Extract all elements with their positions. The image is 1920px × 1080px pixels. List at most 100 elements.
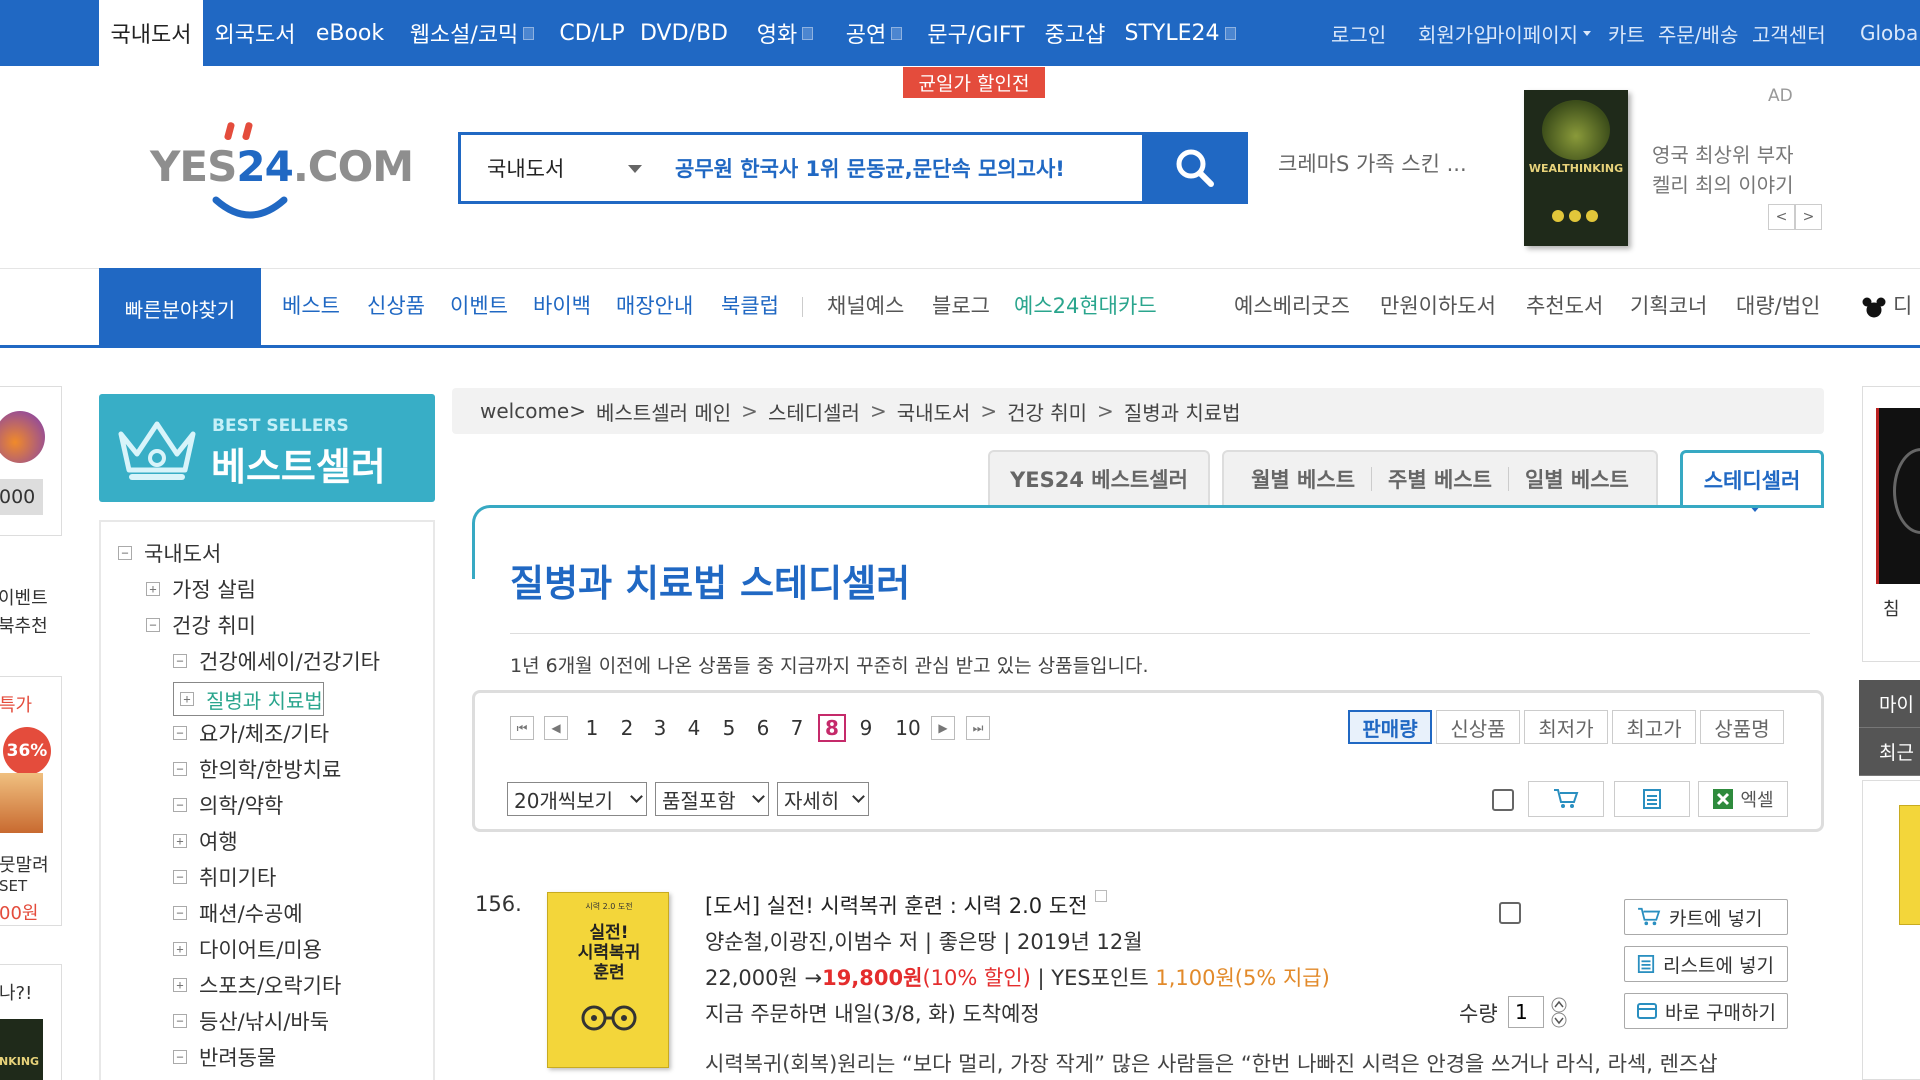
breadcrumb-item[interactable]: 스테디셀러 [768, 397, 860, 426]
last-page-button[interactable]: ⏭ [966, 716, 990, 740]
top-cat-gift[interactable]: 문구/GIFT [926, 0, 1026, 66]
tree-item[interactable]: − 취미기타 [173, 862, 276, 892]
top-cat-dvdbd[interactable]: DVD/BD [640, 0, 728, 66]
nav-new[interactable]: 신상품 [367, 290, 425, 320]
quick-menu-recent[interactable]: 최근 [1859, 728, 1920, 776]
bulk-list-button[interactable] [1614, 781, 1690, 817]
tree-item[interactable]: + 가정 살림 [146, 574, 256, 604]
search-button[interactable] [1142, 132, 1248, 204]
page-link[interactable]: 5 [715, 714, 743, 742]
breadcrumb-item[interactable]: 질병과 치료법 [1124, 397, 1241, 426]
breadcrumb-item[interactable]: 국내도서 [897, 397, 971, 426]
left-recommend-label[interactable]: 북추천 [0, 612, 48, 638]
sort-sales[interactable]: 판매량 [1348, 710, 1432, 744]
login-link[interactable]: 로그인 [1331, 0, 1386, 66]
nav-bookclub[interactable]: 북클럽 [721, 290, 779, 320]
nav-bulk[interactable]: 대량/법인 [1736, 290, 1820, 320]
per-page-select[interactable]: 20개씩보기 [507, 782, 647, 816]
breadcrumb-item[interactable]: 베스트셀러 메인 [596, 397, 731, 426]
top-cat-domestic-books[interactable]: 국내도서 [99, 0, 203, 66]
quantity-input[interactable] [1508, 996, 1544, 1028]
mypage-link[interactable]: 마이페이지 [1486, 0, 1591, 66]
tab-daily[interactable]: 일별 베스트 [1509, 464, 1645, 494]
signup-link[interactable]: 회원가입 [1418, 0, 1492, 66]
ad-next-button[interactable]: > [1795, 204, 1822, 230]
nav-best[interactable]: 베스트 [282, 290, 340, 320]
search-input[interactable] [675, 153, 1075, 185]
tree-item[interactable]: + 스포츠/오락기타 [173, 970, 341, 1000]
quick-menu-mypage[interactable]: 마이 [1859, 680, 1920, 728]
page-link-current[interactable]: 8 [818, 714, 846, 742]
left-promo-card-1[interactable]: 000 [0, 386, 62, 536]
tree-item[interactable]: − 건강 취미 [146, 610, 256, 640]
nav-channel-yes[interactable]: 채널예스 [827, 290, 904, 320]
tree-item[interactable]: − 패션/수공예 [173, 898, 303, 928]
nav-blog[interactable]: 블로그 [932, 290, 990, 320]
page-link[interactable]: 3 [646, 714, 674, 742]
recent-book-thumb[interactable] [1899, 805, 1920, 925]
page-link[interactable]: 6 [749, 714, 777, 742]
yes24-logo[interactable]: YES24.COM [150, 120, 414, 220]
tab-yes24-bestseller[interactable]: YES24 베스트셀러 [988, 450, 1210, 506]
tree-item[interactable]: − 요가/체조/기타 [173, 718, 329, 748]
nav-planning[interactable]: 기획코너 [1630, 290, 1707, 320]
tree-item[interactable]: − 건강에세이/건강기타 [173, 646, 380, 676]
next-page-button[interactable]: ▶ [931, 716, 955, 740]
hot-keyword-link[interactable]: 크레마S 가족 스킨 ... [1278, 148, 1467, 178]
tree-item[interactable]: − 의학/약학 [173, 790, 283, 820]
quick-category-button[interactable]: 빠른분야찾기 [99, 268, 261, 348]
left-promo-card-3[interactable]: 나?! NKING [0, 964, 62, 1080]
top-cat-performance[interactable]: 공연 [836, 0, 912, 66]
buy-now-button[interactable]: 바로 구매하기 [1624, 993, 1788, 1029]
top-cat-style24[interactable]: STYLE24 [1122, 0, 1238, 66]
quantity-stepper[interactable] [1548, 996, 1570, 1028]
tree-item[interactable]: − 한의학/한방치료 [173, 754, 341, 784]
page-link[interactable]: 1 [578, 714, 606, 742]
add-to-cart-button[interactable]: 카트에 넣기 [1624, 899, 1788, 935]
nav-under-10000[interactable]: 만원이하도서 [1380, 290, 1496, 320]
view-mode-select[interactable]: 자세히 [777, 782, 869, 816]
search-category-select[interactable]: 국내도서 [487, 135, 564, 201]
top-cat-ebook[interactable]: eBook [310, 0, 390, 66]
ad-text[interactable]: 영국 최상위 부자 켈리 최의 이야기 [1652, 140, 1794, 200]
top-cat-foreign-books[interactable]: 외국도서 [203, 0, 307, 66]
excel-button[interactable]: 엑셀 [1698, 781, 1788, 817]
page-link[interactable]: 7 [783, 714, 811, 742]
promo-badge[interactable]: 균일가 할인전 [903, 67, 1045, 98]
nav-store[interactable]: 매장안내 [616, 290, 693, 320]
first-page-button[interactable]: ⏮ [510, 716, 534, 740]
tab-monthly[interactable]: 월별 베스트 [1235, 464, 1371, 494]
top-cat-used[interactable]: 중고샵 [1040, 0, 1110, 66]
select-all-checkbox[interactable] [1492, 789, 1514, 811]
sort-name[interactable]: 상품명 [1700, 710, 1784, 744]
order-delivery-link[interactable]: 주문/배송 [1658, 0, 1738, 66]
tree-item[interactable]: + 다이어트/미용 [173, 934, 322, 964]
product-title[interactable]: [도서] 실전! 시력복귀 훈련 : 시력 2.0 도전 [705, 890, 1108, 920]
page-link[interactable]: 4 [680, 714, 708, 742]
sort-highest[interactable]: 최고가 [1612, 710, 1696, 744]
bestseller-banner[interactable]: BEST SELLERS 베스트셀러 [99, 394, 435, 502]
prev-page-button[interactable]: ◀ [544, 716, 568, 740]
product-checkbox[interactable] [1499, 902, 1521, 924]
ad-prev-button[interactable]: < [1768, 204, 1795, 230]
nav-event[interactable]: 이벤트 [450, 290, 508, 320]
breadcrumb-welcome[interactable]: welcome> [480, 399, 586, 423]
left-event-label[interactable]: 이벤트 [0, 584, 48, 610]
nav-recommend[interactable]: 추천도서 [1526, 290, 1603, 320]
product-cover[interactable]: 시력 2.0 도전 실전! 시력복귀 훈련 [547, 892, 669, 1068]
ad-book-cover[interactable]: WEALTHINKING [1524, 90, 1628, 246]
tree-item-selected[interactable]: + 질병과 치료법 [173, 682, 324, 716]
soldout-select[interactable]: 품절포함 [655, 782, 769, 816]
page-link[interactable]: 10 [891, 714, 925, 742]
cart-link[interactable]: 카트 [1608, 0, 1645, 66]
nav-buyback[interactable]: 바이백 [533, 290, 591, 320]
nav-disney[interactable]: 디 [1893, 290, 1912, 320]
breadcrumb-item[interactable]: 건강 취미 [1007, 397, 1087, 426]
bulk-cart-button[interactable] [1528, 781, 1604, 817]
nav-hyundai-card[interactable]: 예스24현대카드 [1014, 290, 1157, 320]
sort-lowest[interactable]: 최저가 [1524, 710, 1608, 744]
top-cat-movie[interactable]: 영화 [748, 0, 822, 66]
page-link[interactable]: 9 [852, 714, 880, 742]
top-cat-cdlp[interactable]: CD/LP [556, 0, 628, 66]
add-to-list-button[interactable]: 리스트에 넣기 [1624, 946, 1788, 982]
